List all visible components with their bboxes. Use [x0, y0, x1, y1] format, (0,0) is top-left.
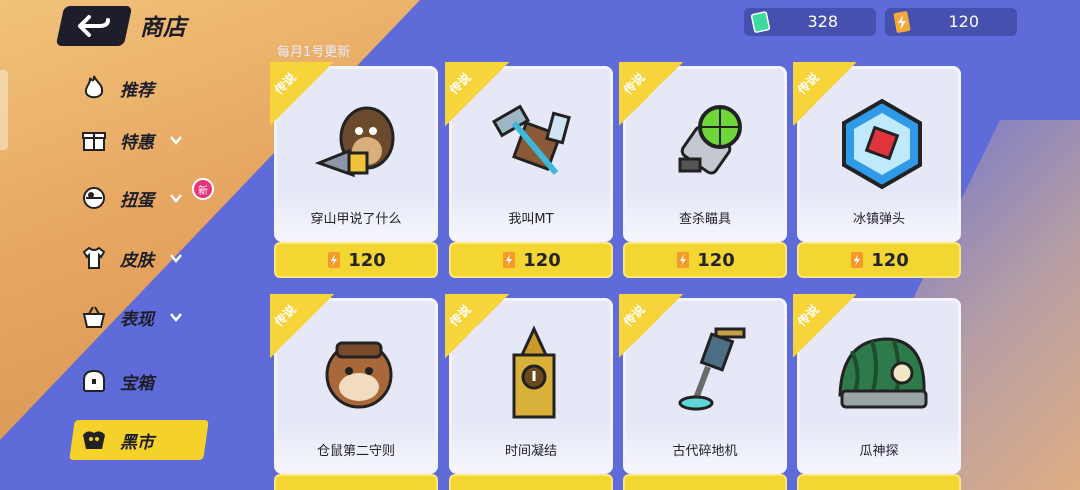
currency-ticket[interactable]: 328 — [744, 8, 876, 36]
back-button[interactable] — [55, 6, 133, 46]
flame-icon — [80, 74, 108, 102]
side-handle[interactable] — [0, 70, 8, 150]
rarity-tag: 传说 — [793, 294, 857, 358]
rarity-tag: 传说 — [270, 62, 334, 126]
rarity-tag: 传说 — [793, 62, 857, 126]
chevron-down-icon — [170, 254, 182, 263]
ticket-count: 328 — [807, 12, 838, 31]
sidebar-item-recommend[interactable]: 推荐 — [80, 70, 154, 106]
gold-bolt-icon — [503, 252, 516, 268]
shirt-icon — [80, 244, 108, 272]
currency-gold[interactable]: 120 — [885, 8, 1017, 36]
item-name: 冰镇弹头 — [852, 212, 905, 227]
back-arrow-icon — [78, 15, 110, 37]
rarity-tag: 传说 — [619, 62, 683, 126]
buy-button[interactable] — [449, 474, 613, 490]
capsule-icon — [80, 184, 108, 212]
sidebar-item-chest[interactable]: 宝箱 — [80, 363, 154, 399]
gold-bolt-icon — [677, 252, 690, 268]
chest-icon — [80, 367, 108, 395]
sidebar-item-label: 表现 — [120, 309, 154, 330]
buy-button[interactable]: 120 — [449, 242, 613, 278]
rarity-tag: 传说 — [445, 62, 509, 126]
item-name: 时间凝结 — [504, 444, 557, 459]
sidebar-item-label: 扭蛋 — [120, 190, 154, 211]
new-badge: 新 — [192, 178, 214, 200]
buy-button[interactable] — [623, 474, 787, 490]
gold-bolt-icon — [893, 11, 911, 33]
blackmarket-icon — [80, 426, 108, 454]
item-name: 瓜神探 — [859, 444, 899, 459]
sidebar-item-label: 特惠 — [120, 132, 154, 153]
price-value: 120 — [697, 249, 735, 271]
buy-button[interactable]: 120 — [797, 242, 961, 278]
item-name: 古代碎地机 — [672, 444, 738, 459]
gold-count: 120 — [948, 12, 979, 31]
chevron-down-icon — [170, 136, 182, 145]
page-title: 商店 — [140, 15, 186, 41]
sidebar-item-label: 皮肤 — [120, 250, 154, 271]
price-value: 120 — [348, 249, 386, 271]
rarity-tag: 传说 — [445, 294, 509, 358]
buy-button[interactable]: 120 — [623, 242, 787, 278]
sidebar-item-label: 黑市 — [120, 432, 154, 453]
item-name: 仓鼠第二守则 — [316, 444, 395, 459]
sidebar-item-performance[interactable]: 表现 — [80, 299, 184, 335]
rarity-tag: 传说 — [270, 294, 334, 358]
buy-button[interactable] — [797, 474, 961, 490]
sidebar-item-blackmarket[interactable]: 黑市 — [80, 422, 154, 458]
basket-icon — [80, 303, 108, 331]
gold-bolt-icon — [851, 252, 864, 268]
sidebar-item-skins[interactable]: 皮肤 — [80, 240, 184, 276]
rarity-tag: 传说 — [619, 294, 683, 358]
item-name: 我叫MT — [508, 212, 554, 227]
buy-button[interactable] — [274, 474, 438, 490]
price-value: 120 — [523, 249, 561, 271]
sidebar-item-label: 推荐 — [120, 80, 154, 101]
item-name: 查杀瞄具 — [678, 212, 731, 227]
chevron-down-icon — [170, 194, 182, 203]
buy-button[interactable]: 120 — [274, 242, 438, 278]
gift-icon — [80, 126, 108, 154]
update-note: 每月1号更新 — [277, 45, 351, 60]
item-name: 穿山甲说了什么 — [310, 212, 402, 227]
sidebar-item-special[interactable]: 特惠 — [80, 122, 184, 158]
gold-bolt-icon — [328, 252, 341, 268]
sidebar-item-label: 宝箱 — [120, 373, 154, 394]
price-value: 120 — [871, 249, 909, 271]
chevron-down-icon — [170, 313, 182, 322]
sidebar-item-gacha[interactable]: 扭蛋 — [80, 180, 184, 216]
ticket-icon — [750, 11, 771, 33]
